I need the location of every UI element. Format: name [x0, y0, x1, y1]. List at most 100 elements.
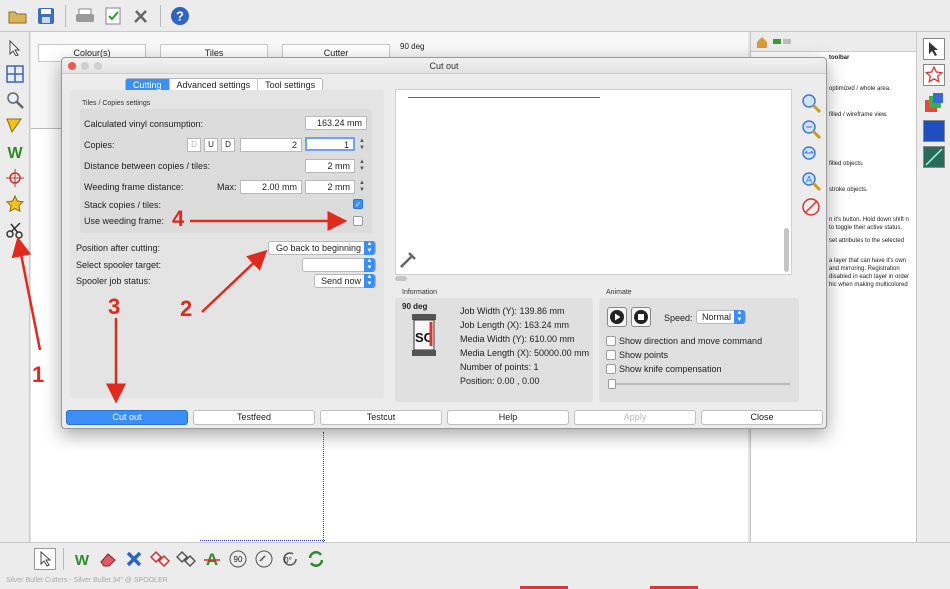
- copies-rows-input[interactable]: 1: [305, 137, 355, 151]
- knife-icon: [398, 250, 418, 272]
- page-boundary: [323, 432, 324, 542]
- copies-label: Copies:: [84, 140, 115, 150]
- pointer-icon[interactable]: [34, 547, 56, 570]
- position-after-cutting-select[interactable]: Go back to beginning ▲ ▼: [268, 241, 376, 255]
- zoom-out-icon[interactable]: [799, 117, 823, 141]
- stack-copies-checkbox[interactable]: ✓: [353, 199, 363, 209]
- save-icon[interactable]: [34, 4, 58, 28]
- copies-d-button[interactable]: D: [187, 138, 201, 152]
- copies-u-button[interactable]: U: [204, 138, 218, 152]
- open-folder-icon[interactable]: [6, 4, 30, 28]
- crosshair-icon[interactable]: [3, 166, 27, 190]
- weed-icon[interactable]: W: [71, 548, 93, 570]
- layers-color-icon[interactable]: [923, 92, 945, 114]
- bottom-toolbar: W A 90 0°: [0, 542, 950, 574]
- teal-fill-icon[interactable]: [923, 146, 945, 168]
- cross-icon[interactable]: [123, 548, 145, 570]
- position-text: Position: 0.00 , 0.00: [460, 376, 540, 386]
- help-button[interactable]: Help: [447, 410, 569, 425]
- help-text: n it's button. Hold down shift n to togg…: [829, 217, 909, 231]
- show-direction-checkbox[interactable]: [606, 336, 616, 346]
- copies-stepper[interactable]: ▲ ▼: [358, 138, 366, 152]
- rotate-90-icon[interactable]: 90: [227, 548, 249, 570]
- animation-slider-track[interactable]: [610, 383, 790, 385]
- chevron-updown-icon: ▲ ▼: [364, 274, 375, 288]
- help-text: filled / wireframe view.: [829, 112, 888, 118]
- spooler-status-select[interactable]: Send now ▲ ▼: [314, 274, 376, 288]
- number-of-points-text: Number of points: 1: [460, 362, 539, 372]
- copies-input[interactable]: 2: [240, 138, 302, 152]
- job-length-text: Job Length (X): 163.24 mm: [460, 320, 570, 330]
- toolbar-separator: [160, 4, 161, 27]
- refresh-icon[interactable]: [305, 548, 327, 570]
- close-button[interactable]: Close: [701, 410, 823, 425]
- pen-tool-icon[interactable]: [3, 114, 27, 138]
- show-knife-label: Show knife compensation: [619, 364, 722, 374]
- speed-select[interactable]: Normal ▲ ▼: [696, 310, 746, 324]
- play-button[interactable]: [607, 307, 627, 327]
- checklist-icon[interactable]: [101, 4, 125, 28]
- testcut-button[interactable]: Testcut: [320, 410, 442, 425]
- animation-slider-handle[interactable]: [608, 379, 616, 389]
- minimize-window-icon[interactable]: [81, 62, 89, 70]
- zoom-fit-width-icon[interactable]: [799, 143, 823, 167]
- dialog-title-bar: Cut out: [62, 58, 826, 74]
- vinyl-consumption-label: Calculated vinyl consumption:: [84, 119, 204, 129]
- spooler-target-select[interactable]: ▲ ▼: [302, 258, 376, 272]
- star-shape-icon[interactable]: [923, 64, 945, 86]
- zoom-in-icon[interactable]: [799, 91, 823, 115]
- distance-input[interactable]: 2 mm: [305, 159, 355, 173]
- select-arrow-icon[interactable]: [3, 36, 27, 60]
- stop-button[interactable]: [631, 307, 651, 327]
- text-strike-icon[interactable]: A: [201, 548, 223, 570]
- distance-stepper[interactable]: ▲ ▼: [358, 159, 366, 173]
- preview-hscrollbar[interactable]: [395, 276, 407, 281]
- diamond-outline-icon[interactable]: [175, 548, 197, 570]
- annotation-number-1: 1: [32, 362, 45, 387]
- weeding-distance-input[interactable]: 2 mm: [305, 180, 355, 194]
- annotation-number-2: 2: [180, 296, 193, 321]
- copies-d2-button[interactable]: D: [221, 138, 235, 152]
- blue-fill-icon[interactable]: [923, 120, 945, 142]
- eraser-icon[interactable]: [97, 548, 119, 570]
- show-points-label: Show points: [619, 350, 669, 360]
- weeding-stepper[interactable]: ▲ ▼: [358, 180, 366, 194]
- preview-scrollbar[interactable]: [784, 228, 789, 272]
- cut-out-dialog: Cut out Cutting Advanced settings Tool s…: [61, 57, 827, 429]
- cursor-tool-icon[interactable]: [923, 38, 945, 60]
- print-icon[interactable]: [73, 4, 97, 28]
- svg-text:W: W: [75, 552, 90, 568]
- show-knife-checkbox[interactable]: [606, 364, 616, 374]
- grid-icon[interactable]: [3, 62, 27, 86]
- star-edit-icon[interactable]: [3, 192, 27, 216]
- show-points-checkbox[interactable]: [606, 350, 616, 360]
- right-tool-column: [916, 32, 950, 542]
- spooler-target-label: Select spooler target:: [76, 260, 162, 270]
- weed-tool-icon[interactable]: W: [3, 140, 27, 164]
- help-icon[interactable]: ?: [168, 4, 192, 28]
- svg-text:0°: 0°: [284, 556, 292, 565]
- spooler-status-value: Send now: [320, 276, 361, 286]
- chevron-updown-icon: ▲ ▼: [734, 310, 745, 324]
- rotate-0-icon[interactable]: 0°: [279, 548, 301, 570]
- no-selection-icon[interactable]: [799, 195, 823, 219]
- zoom-all-icon[interactable]: A: [799, 169, 823, 193]
- help-text: stroke objects.: [829, 187, 868, 193]
- svg-text:90: 90: [234, 555, 243, 564]
- rotate-custom-icon[interactable]: [253, 548, 275, 570]
- cut-preview[interactable]: [395, 89, 792, 275]
- close-window-icon[interactable]: [68, 62, 76, 70]
- chevron-updown-icon: ▲ ▼: [364, 258, 375, 272]
- cut-out-button[interactable]: Cut out: [66, 410, 188, 425]
- use-weeding-checkbox[interactable]: [353, 216, 363, 226]
- help-text: optimized / whole area.: [829, 86, 891, 92]
- zoom-window-icon[interactable]: [94, 62, 102, 70]
- tools-icon[interactable]: [129, 4, 153, 28]
- testfeed-button[interactable]: Testfeed: [193, 410, 315, 425]
- scissors-icon[interactable]: [3, 218, 27, 242]
- apply-button[interactable]: Apply: [574, 410, 696, 425]
- annotation-number-3: 3: [108, 294, 121, 319]
- weeding-max-input[interactable]: 2.00 mm: [240, 180, 302, 194]
- diamond-red-icon[interactable]: [149, 548, 171, 570]
- zoom-icon[interactable]: [3, 88, 27, 112]
